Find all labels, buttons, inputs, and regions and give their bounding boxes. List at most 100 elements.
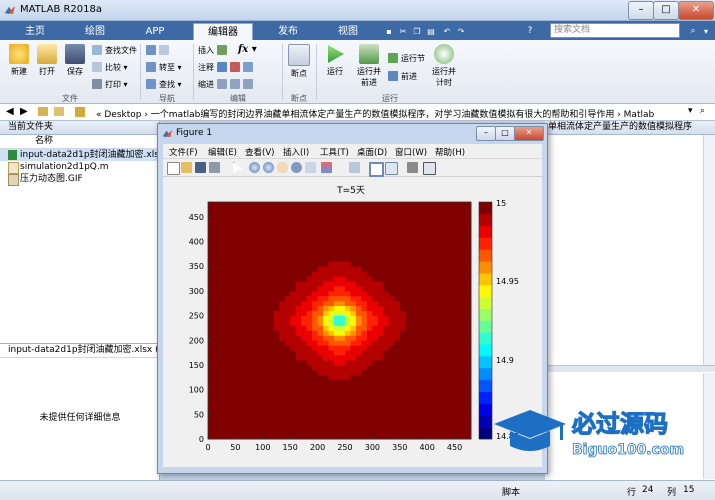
insert-colorbar-icon[interactable] xyxy=(369,162,384,177)
zoom-out-icon[interactable] xyxy=(263,162,274,173)
indent-button[interactable]: 缩进 xyxy=(198,78,256,91)
run-button[interactable]: 运行 xyxy=(320,42,350,77)
search-icon[interactable]: ⌕ xyxy=(686,23,700,40)
heatmap-cell xyxy=(235,241,242,247)
help-quick-icon[interactable]: ? xyxy=(524,23,536,40)
heatmap-cell xyxy=(224,251,231,257)
heatmap-cell xyxy=(438,345,445,351)
heatmap-cell xyxy=(355,281,362,287)
back-forward-buttons[interactable] xyxy=(146,44,172,57)
search-icon[interactable]: ⌕ xyxy=(700,106,705,116)
forward-icon[interactable]: ▶ xyxy=(20,106,28,117)
hide-plot-tools-icon[interactable] xyxy=(407,162,418,173)
scrollbar[interactable] xyxy=(703,373,715,479)
heatmap-cell xyxy=(246,256,253,262)
menu-insert[interactable]: 插入(I) xyxy=(283,146,309,158)
list-item[interactable]: simulation2d1pQ.m xyxy=(0,161,159,174)
scrollbar[interactable] xyxy=(703,135,715,365)
heatmap-cell xyxy=(416,355,423,361)
search-documentation-input[interactable]: 搜索文档 xyxy=(550,23,680,38)
up-folder-icon[interactable] xyxy=(38,107,48,116)
menu-file[interactable]: 文件(F) xyxy=(169,146,198,158)
brush-icon[interactable] xyxy=(321,162,332,173)
insert-button[interactable]: 插入 xyxy=(198,44,230,57)
pan-icon[interactable] xyxy=(277,162,288,173)
heatmap-cell xyxy=(312,379,318,386)
heatmap-cell xyxy=(251,261,258,267)
open-button[interactable]: 打开 xyxy=(32,42,62,77)
rotate-icon[interactable] xyxy=(291,162,302,173)
new-figure-icon[interactable] xyxy=(167,162,180,175)
list-item[interactable]: 压力动态图.GIF xyxy=(0,173,159,186)
browse-folder-icon[interactable] xyxy=(54,107,64,116)
maximize-button[interactable]: □ xyxy=(653,1,679,20)
save-button[interactable]: 保存 xyxy=(60,42,90,77)
heatmap-cell xyxy=(344,389,351,395)
heatmap-cell xyxy=(301,364,308,371)
tab-editor[interactable]: 编辑器 xyxy=(193,23,253,41)
copy-quick-icon[interactable]: ❐ xyxy=(410,23,424,40)
print-button[interactable]: 打印 ▾ xyxy=(92,78,128,91)
advance-button[interactable]: 前进 xyxy=(388,70,417,83)
paste-quick-icon[interactable]: ▤ xyxy=(424,23,438,40)
open-icon[interactable] xyxy=(181,162,192,173)
menu-window[interactable]: 窗口(W) xyxy=(395,146,427,158)
show-plot-tools-icon[interactable] xyxy=(423,162,436,175)
chevron-down-icon[interactable]: ▾ xyxy=(700,23,712,40)
tab-plots[interactable]: 绘图 xyxy=(72,23,118,40)
run-and-time-button[interactable]: 运行并 计时 xyxy=(428,42,460,88)
heatmap-cell xyxy=(339,276,346,282)
heatmap-cell xyxy=(312,355,318,361)
compare-button[interactable]: 比较 ▾ xyxy=(92,61,128,74)
colorbar-segment xyxy=(479,202,492,215)
heatmap-cell xyxy=(334,295,340,302)
folder-path[interactable]: « Desktop › 一个matlab编写的封闭边界油藏单相流体定产量生产的数… xyxy=(96,107,654,120)
tab-apps[interactable]: APP xyxy=(132,23,178,40)
pointer-icon[interactable] xyxy=(233,162,243,175)
breakpoints-button[interactable]: 断点 xyxy=(284,42,314,79)
heatmap-cell xyxy=(388,256,395,262)
address-bar[interactable]: ◀ ▶ « Desktop › 一个matlab编写的封闭边界油藏单相流体定产量… xyxy=(0,104,715,121)
redo-quick-icon[interactable]: ↷ xyxy=(454,23,468,40)
new-button[interactable]: 新建 xyxy=(4,42,34,77)
menu-desktop[interactable]: 桌面(D) xyxy=(357,146,387,158)
heatmap-cell xyxy=(218,340,225,346)
heatmap-cell xyxy=(344,211,351,218)
find-files-button[interactable]: 查找文件 xyxy=(92,44,137,57)
fx-button[interactable]: fx ▾ xyxy=(238,43,257,56)
heatmap-cell xyxy=(213,211,220,218)
goto-button[interactable]: 转至 ▾ xyxy=(146,61,182,74)
chevron-down-icon[interactable]: ▾ xyxy=(688,106,693,116)
menu-view[interactable]: 查看(V) xyxy=(245,146,274,158)
run-section-button[interactable]: 运行节 xyxy=(388,52,425,65)
back-icon[interactable]: ◀ xyxy=(6,106,14,117)
save-quick-icon[interactable]: ▪ xyxy=(382,23,396,40)
data-cursor-icon[interactable] xyxy=(305,162,316,173)
link-plot-icon[interactable] xyxy=(349,162,360,173)
tab-home[interactable]: 主页 xyxy=(12,23,58,40)
minimize-button[interactable]: – xyxy=(476,126,496,141)
heatmap-cell xyxy=(213,300,220,307)
run-and-advance-button[interactable]: 运行并 前进 xyxy=(352,42,386,88)
cut-quick-icon[interactable]: ✂ xyxy=(396,23,410,40)
list-item[interactable]: input-data2d1p封闭油藏加密.xlsx xyxy=(0,149,164,161)
close-button[interactable]: ✕ xyxy=(514,126,544,141)
save-icon[interactable] xyxy=(195,162,206,173)
tab-view[interactable]: 视图 xyxy=(325,23,371,40)
tab-publish[interactable]: 发布 xyxy=(265,23,311,40)
undo-quick-icon[interactable]: ↶ xyxy=(440,23,454,40)
find-button[interactable]: 查找 ▾ xyxy=(146,78,182,91)
insert-legend-icon[interactable] xyxy=(385,162,398,175)
print-icon[interactable] xyxy=(209,162,220,173)
heatmap-cell xyxy=(328,300,335,307)
zoom-in-icon[interactable] xyxy=(249,162,260,173)
menu-tools[interactable]: 工具(T) xyxy=(320,146,349,158)
comment-button[interactable]: 注释 xyxy=(198,61,256,74)
close-button[interactable]: ✕ xyxy=(678,1,714,20)
minimize-button[interactable]: – xyxy=(628,1,654,20)
menu-help[interactable]: 帮助(H) xyxy=(435,146,465,158)
column-header-name[interactable]: 名称 xyxy=(0,135,159,149)
menu-edit[interactable]: 编辑(E) xyxy=(208,146,237,158)
maximize-button[interactable]: □ xyxy=(495,126,515,141)
heatmap-cell xyxy=(284,335,291,341)
